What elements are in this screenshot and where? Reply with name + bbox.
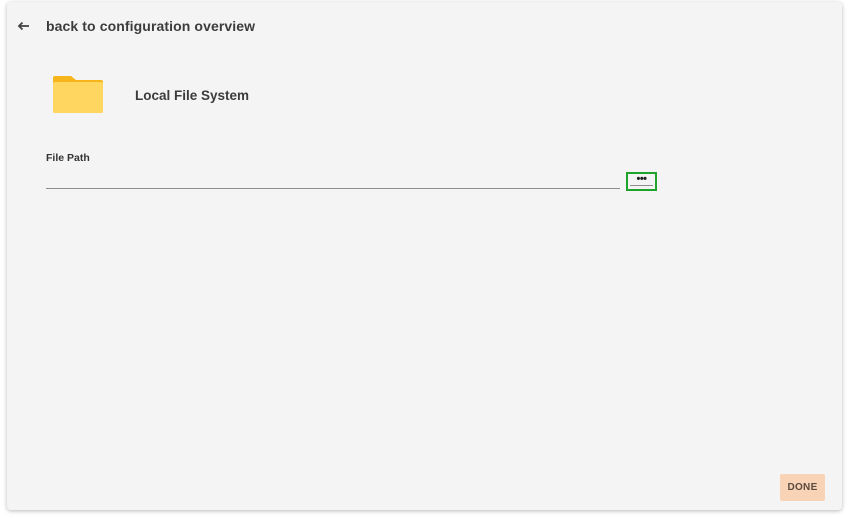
done-button[interactable]: DONE [780,474,825,501]
source-title: Local File System [135,88,250,103]
more-dots-icon: ••• [636,173,647,185]
file-path-input[interactable] [46,170,620,189]
configuration-card: back to configuration overview Local Fil… [7,2,842,510]
browse-underline [630,185,653,186]
browse-button[interactable]: ••• [626,172,657,191]
file-path-label: File Path [46,152,90,164]
folder-icon [51,75,105,115]
back-button[interactable]: back to configuration overview [17,14,255,38]
back-label: back to configuration overview [46,18,256,34]
arrow-left-icon [17,19,31,33]
